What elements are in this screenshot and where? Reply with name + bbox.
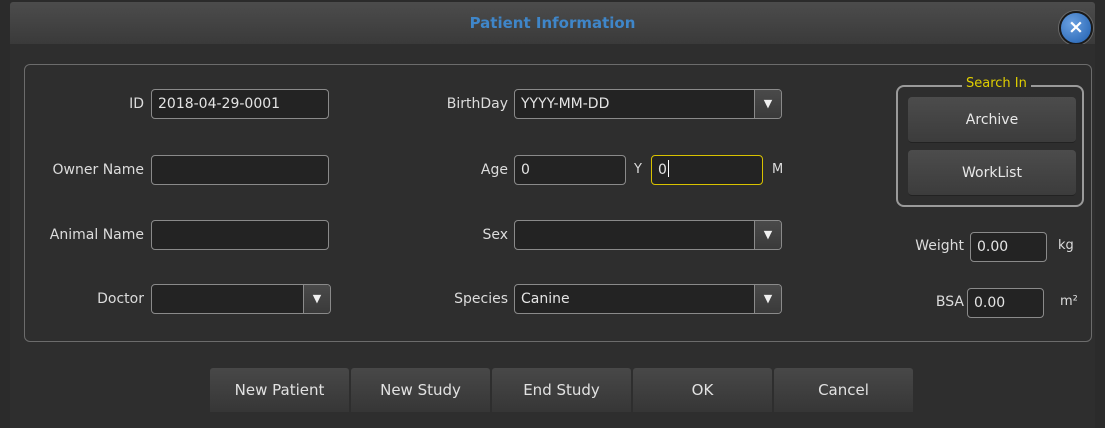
birthday-label: BirthDay [446,96,508,112]
age-months-input[interactable]: 0 [651,155,763,185]
age-years-input[interactable]: 0 [514,155,626,185]
age-label: Age [480,162,508,178]
id-label: ID [129,96,144,112]
sex-select[interactable]: ▼ [514,220,782,250]
weight-unit: kg [1058,238,1074,253]
id-input[interactable]: 2018-04-29-0001 [151,89,329,119]
close-icon[interactable]: × [1059,11,1093,45]
chevron-down-icon[interactable]: ▼ [754,285,781,313]
worklist-button[interactable]: WorkList [908,150,1076,196]
new-study-button[interactable]: New Study [351,368,490,412]
dialog-title: Patient Information [469,14,636,32]
sex-label: Sex [482,227,508,243]
age-months-value: 0 [658,162,667,178]
species-select[interactable]: Canine ▼ [514,284,782,314]
weight-label: Weight [915,238,964,254]
new-patient-button[interactable]: New Patient [210,368,349,412]
chevron-down-icon[interactable]: ▼ [303,285,330,313]
weight-input[interactable]: 0.00 [970,232,1047,262]
ok-button[interactable]: OK [633,368,772,412]
animal-name-input[interactable] [151,220,329,250]
dialog-title-bar: Patient Information × [10,2,1095,45]
species-label: Species [454,291,508,307]
age-months-unit: M [772,162,784,177]
animal-name-label: Animal Name [49,227,144,243]
doctor-select[interactable]: ▼ [151,284,331,314]
age-years-unit: Y [634,162,642,177]
birthday-select-value: YYYY-MM-DD [521,96,610,112]
owner-name-label: Owner Name [52,162,144,178]
doctor-label: Doctor [97,291,144,307]
archive-button[interactable]: Archive [908,97,1076,143]
birthday-select[interactable]: YYYY-MM-DD ▼ [514,89,782,119]
search-in-title: Search In [962,75,1031,93]
bsa-unit: m² [1060,294,1078,309]
end-study-button[interactable]: End Study [492,368,631,412]
species-select-value: Canine [521,291,570,307]
text-cursor [667,160,669,177]
bsa-input[interactable]: 0.00 [967,288,1044,318]
bsa-label: BSA [935,294,964,310]
chevron-down-icon[interactable]: ▼ [754,221,781,249]
owner-name-input[interactable] [151,155,329,185]
chevron-down-icon[interactable]: ▼ [754,90,781,118]
cancel-button[interactable]: Cancel [774,368,913,412]
